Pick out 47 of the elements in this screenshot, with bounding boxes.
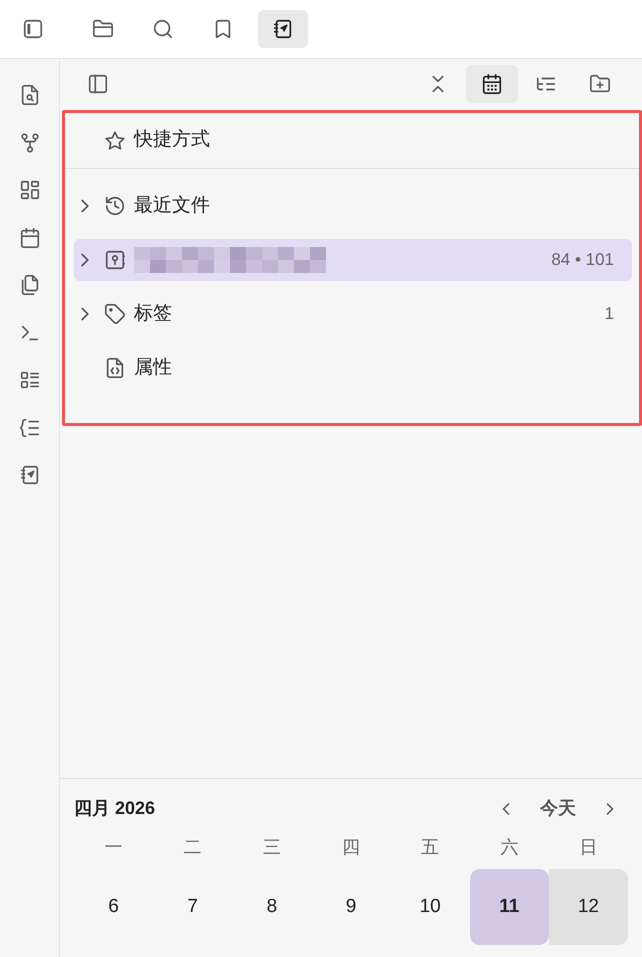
today-button[interactable]: 今天 bbox=[532, 795, 584, 822]
weekday-label: 二 bbox=[182, 836, 203, 859]
search-icon bbox=[152, 18, 174, 40]
star-icon bbox=[104, 130, 126, 152]
vault-item[interactable]: 84 • 101 bbox=[74, 239, 632, 281]
weekday-label: 三 bbox=[262, 836, 282, 859]
item-label: 标签 bbox=[134, 302, 172, 326]
tag-icon bbox=[104, 303, 126, 325]
folder-icon bbox=[92, 18, 114, 40]
calendar-icon bbox=[18, 226, 40, 248]
weekday-label: 五 bbox=[420, 836, 440, 859]
vault-icon bbox=[104, 249, 126, 271]
sidebar-icon bbox=[22, 18, 44, 40]
tree-item[interactable]: 属性 bbox=[74, 341, 632, 395]
day-cell[interactable]: 10 bbox=[390, 869, 470, 945]
item-label: 快捷方式 bbox=[134, 128, 210, 152]
calendar-icon bbox=[481, 73, 503, 95]
day-cell[interactable]: 12 bbox=[548, 869, 628, 945]
weekday-label: 一 bbox=[104, 836, 124, 859]
weekday-label: 日 bbox=[578, 836, 598, 859]
item-count: 1 bbox=[604, 303, 614, 326]
item-count: 84 • 101 bbox=[551, 249, 614, 272]
day-cell[interactable]: 7 bbox=[153, 869, 232, 945]
calendar-button[interactable] bbox=[466, 65, 518, 103]
tree-item[interactable]: 快捷方式 bbox=[65, 113, 639, 169]
file-code-icon bbox=[104, 357, 126, 379]
history-icon bbox=[104, 195, 126, 217]
item-label: 属性 bbox=[134, 356, 172, 380]
folder-plus-icon bbox=[589, 73, 611, 95]
tree-item[interactable]: 标签 1 bbox=[74, 287, 632, 341]
notebook-tab[interactable] bbox=[258, 10, 308, 48]
fork-icon bbox=[18, 132, 40, 154]
weekday-label: 四 bbox=[340, 836, 361, 859]
sidebar-icon bbox=[87, 73, 109, 95]
notebook-icon bbox=[18, 464, 40, 486]
tree-item[interactable]: 最近文件 bbox=[74, 179, 632, 233]
day-cell[interactable]: 6 bbox=[74, 869, 154, 945]
day-cell[interactable]: 11 bbox=[470, 869, 549, 945]
month-title: 四月 2026 bbox=[74, 797, 156, 820]
item-label: 最近文件 bbox=[134, 194, 210, 218]
weekday-label: 六 bbox=[499, 836, 520, 859]
day-cell[interactable]: 8 bbox=[232, 869, 312, 945]
outline-icon bbox=[18, 416, 40, 438]
checklist-icon bbox=[18, 369, 40, 391]
notebook-icon bbox=[272, 18, 294, 40]
dashboard-icon bbox=[18, 179, 40, 201]
day-cell[interactable]: 9 bbox=[311, 869, 391, 945]
